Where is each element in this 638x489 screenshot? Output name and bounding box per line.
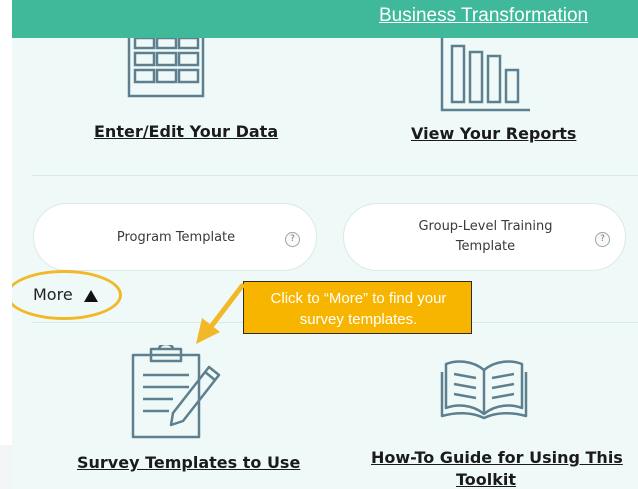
survey-templates-link[interactable]: Survey Templates to Use <box>77 453 300 472</box>
triangle-up-icon[interactable] <box>84 290 98 302</box>
more-toggle[interactable]: More <box>33 285 73 304</box>
header-bar: Business Transformation <box>12 0 638 38</box>
open-book-icon[interactable] <box>438 356 530 422</box>
group-template-label-line1: Group-Level Training <box>418 219 553 234</box>
help-icon[interactable]: ? <box>285 232 300 247</box>
help-icon[interactable]: ? <box>595 232 610 247</box>
instruction-callout: Click to “More” to find your survey temp… <box>243 281 472 334</box>
group-template-label-line2: Template <box>455 239 516 254</box>
program-template-label: Program Template <box>116 230 236 245</box>
enter-edit-data-link[interactable]: Enter/Edit Your Data <box>94 122 278 141</box>
bar-chart-icon[interactable] <box>438 38 534 114</box>
callout-line-1: Click to “More” to find your <box>270 290 447 307</box>
data-grid-icon[interactable] <box>126 38 206 100</box>
page-edge <box>0 445 12 489</box>
how-to-guide-link[interactable]: How-To Guide for Using This Toolkit <box>371 447 623 489</box>
pointer-arrow-icon <box>196 283 245 344</box>
toolkit-page: Business Transformation Enter/Edit Your … <box>12 0 638 489</box>
view-reports-link[interactable]: View Your Reports <box>411 124 576 143</box>
section-divider <box>32 175 638 176</box>
clipboard-icon[interactable] <box>129 345 225 441</box>
business-transformation-link[interactable]: Business Transformation <box>379 5 588 27</box>
callout-line-2: survey templates. <box>299 311 418 328</box>
how-to-guide-line-2: Toolkit <box>455 470 517 489</box>
how-to-guide-line-1: How-To Guide for Using This <box>371 448 623 467</box>
group-level-training-template-card[interactable]: Group-Level Training Template ? <box>343 203 626 271</box>
program-template-card[interactable]: Program Template ? <box>33 203 317 271</box>
